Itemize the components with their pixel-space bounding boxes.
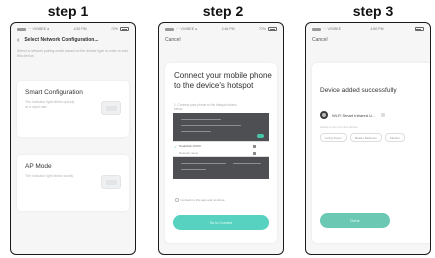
device-added-card: Device added successfully Wi-Fi Smart In… (312, 63, 430, 243)
hotspot-subtext: 1. Connect your phone to the hotspot sho… (174, 103, 237, 112)
nav-bar: ‹ Select Network Configuration... (11, 35, 135, 45)
hotspot-heading: Connect your mobile phone to the device'… (174, 71, 272, 90)
clock-text: 4:52 PM (73, 27, 87, 31)
success-heading: Device added successfully (320, 87, 397, 94)
device-icon (320, 111, 328, 119)
done-button[interactable]: Done (320, 213, 390, 228)
room-label: Select a room for this device (320, 125, 358, 129)
cancel-link[interactable]: Cancel (312, 37, 328, 43)
go-to-connect-button[interactable]: Go to Connect (173, 215, 269, 230)
mode-title: AP Mode (25, 163, 52, 170)
carrier-text: ··· VIVIBEE ● (176, 27, 198, 31)
step-3-label: step 3 (352, 3, 394, 19)
steps-overview: step 1 step 2 step 3 ··· VIVIBEE ● 4:52 … (0, 0, 435, 258)
nav-bar: Cancel (306, 35, 430, 45)
phone-screen-step-3: ··· VIVIBEE 4:50 PM Cancel Device added … (305, 22, 431, 255)
carrier-text: ··· VIVIBEE (323, 27, 342, 31)
smart-configuration-option[interactable]: Smart Configuration The indicator light … (17, 81, 129, 137)
step-2-label: step 2 (202, 3, 244, 19)
clock-text: 2:46 PM (221, 27, 235, 31)
battery-icon (414, 27, 424, 31)
hotspot-instructions-card: Connect your mobile phone to the device'… (165, 63, 277, 243)
status-bar: ··· VIVIBEE ● 2:46 PM 72% (159, 23, 283, 35)
phone-screen-step-1: ··· VIVIBEE ● 4:52 PM 72% ‹ Select Netwo… (10, 22, 136, 255)
device-row[interactable]: Wi-Fi Smart Infrared U... (320, 111, 386, 119)
step-1-label: step 1 (47, 3, 89, 19)
nav-bar: Cancel (159, 35, 283, 45)
room-chips: Living Room Master Bedroom Kitchen (320, 133, 405, 142)
battery-icon (120, 27, 129, 31)
wifi-settings-header (173, 113, 269, 141)
confirm-row[interactable]: Go back to this app and continue. (175, 198, 225, 202)
battery-percent: 72% (258, 27, 266, 31)
mode-description: The indicator light blinks quickly at a … (25, 100, 75, 109)
carrier-text: ··· VIVIBEE ● (28, 27, 50, 31)
status-bar: ··· VIVIBEE ● 4:52 PM 72% (11, 23, 135, 35)
room-chip[interactable]: Living Room (320, 133, 347, 142)
mode-description: The indicator light blinks slowly. (25, 174, 74, 178)
lock-icon (253, 152, 256, 155)
clock-text: 4:50 PM (370, 27, 384, 31)
wifi-settings-footer (173, 157, 269, 179)
status-bar: ··· VIVIBEE 4:50 PM (306, 23, 430, 35)
device-name: Wi-Fi Smart Infrared U... (332, 112, 376, 118)
mode-title: Smart Configuration (25, 89, 83, 96)
wifi-network-list: ✓ SmartLife-XXXX Network name (173, 141, 269, 157)
signal-icon (165, 27, 174, 31)
wifi-settings-illustration: ✓ SmartLife-XXXX Network name (173, 113, 269, 179)
signal-icon (312, 27, 321, 31)
battery-percent: 72% (110, 27, 118, 31)
ap-mode-option[interactable]: AP Mode The indicator light blinks slowl… (17, 155, 129, 211)
wifi-network-row: SmartLife-XXXX (179, 144, 201, 148)
instructions-text: Select a network pairing mode based on t… (17, 49, 128, 58)
back-arrow-icon[interactable]: ‹ (17, 37, 19, 44)
cancel-link[interactable]: Cancel (165, 37, 181, 43)
edit-icon[interactable] (381, 113, 386, 117)
lock-icon (253, 145, 256, 148)
check-icon: ✓ (174, 144, 178, 149)
battery-icon (268, 27, 277, 31)
radio-icon[interactable] (175, 198, 179, 202)
wifi-network-row: Network name (179, 151, 199, 155)
room-chip[interactable]: Kitchen (384, 133, 405, 142)
confirm-text: Go back to this app and continue. (180, 198, 226, 202)
room-chip[interactable]: Master Bedroom (349, 133, 382, 142)
wifi-toggle-icon (257, 134, 264, 138)
page-title: Select Network Configuration... (24, 37, 99, 43)
device-illustration-icon (101, 175, 121, 189)
device-illustration-icon (101, 101, 121, 115)
phone-screen-step-2: ··· VIVIBEE ● 2:46 PM 72% Cancel Connect… (158, 22, 284, 255)
signal-icon (17, 27, 26, 31)
